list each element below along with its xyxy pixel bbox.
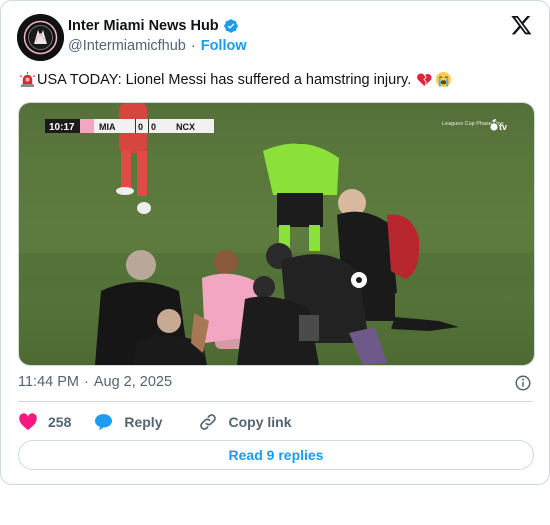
scorebug: 10:17 MIA 0 0 NCX bbox=[45, 119, 214, 133]
loudly-crying-face-icon bbox=[436, 71, 452, 88]
reply-bubble-icon bbox=[95, 414, 113, 431]
rotating-light-icon bbox=[19, 71, 36, 88]
separator-dot: · bbox=[190, 38, 196, 54]
away-score: 0 bbox=[151, 122, 156, 132]
tweet-card: Inter Miami News Hub @Intermiamicfhub · … bbox=[0, 0, 550, 485]
author-handle[interactable]: @Intermiamicfhub bbox=[68, 38, 186, 54]
home-team: MIA bbox=[99, 122, 116, 132]
like-count: 258 bbox=[48, 414, 72, 430]
read-replies-button[interactable]: Read 9 replies bbox=[18, 440, 534, 470]
tweet-text-row: USA TODAY: Lionel Messi has suffered a h… bbox=[18, 71, 453, 88]
copy-link-button[interactable]: Copy link bbox=[198, 412, 292, 432]
tweet-time[interactable]: 11:44 PM bbox=[18, 374, 79, 390]
avatar[interactable] bbox=[17, 14, 64, 61]
home-score: 0 bbox=[138, 122, 143, 132]
author-name[interactable]: Inter Miami News Hub bbox=[68, 18, 219, 34]
tweet-timestamp[interactable]: 11:44 PM · Aug 2, 2025 bbox=[18, 374, 172, 390]
tweet-date[interactable]: Aug 2, 2025 bbox=[94, 374, 172, 390]
broadcaster-label: tv bbox=[499, 122, 507, 132]
match-clock: 10:17 bbox=[49, 122, 75, 133]
link-icon bbox=[200, 414, 217, 430]
copy-link-label: Copy link bbox=[228, 414, 292, 430]
divider bbox=[18, 401, 533, 402]
x-logo-icon[interactable] bbox=[510, 14, 533, 36]
separator-dot: · bbox=[84, 374, 89, 390]
like-button[interactable]: 258 bbox=[18, 412, 71, 432]
follow-button[interactable]: Follow bbox=[201, 38, 247, 54]
inter-miami-crest-icon bbox=[17, 14, 64, 61]
tweet-text: USA TODAY: Lionel Messi has suffered a h… bbox=[37, 71, 412, 88]
reply-button[interactable]: Reply bbox=[93, 412, 162, 432]
match-photo: 10:17 MIA 0 0 NCX Leagues Cup Phase One … bbox=[19, 103, 534, 365]
verified-badge-icon bbox=[223, 19, 238, 33]
action-bar: 258 Reply Copy link bbox=[18, 411, 292, 433]
away-team: NCX bbox=[176, 122, 195, 132]
broken-heart-icon bbox=[417, 73, 432, 87]
heart-icon bbox=[19, 413, 37, 430]
read-replies-label: Read 9 replies bbox=[228, 447, 324, 463]
tweet-media-image[interactable]: 10:17 MIA 0 0 NCX Leagues Cup Phase One … bbox=[18, 102, 535, 366]
info-icon[interactable] bbox=[514, 374, 532, 392]
reply-label: Reply bbox=[124, 414, 163, 430]
